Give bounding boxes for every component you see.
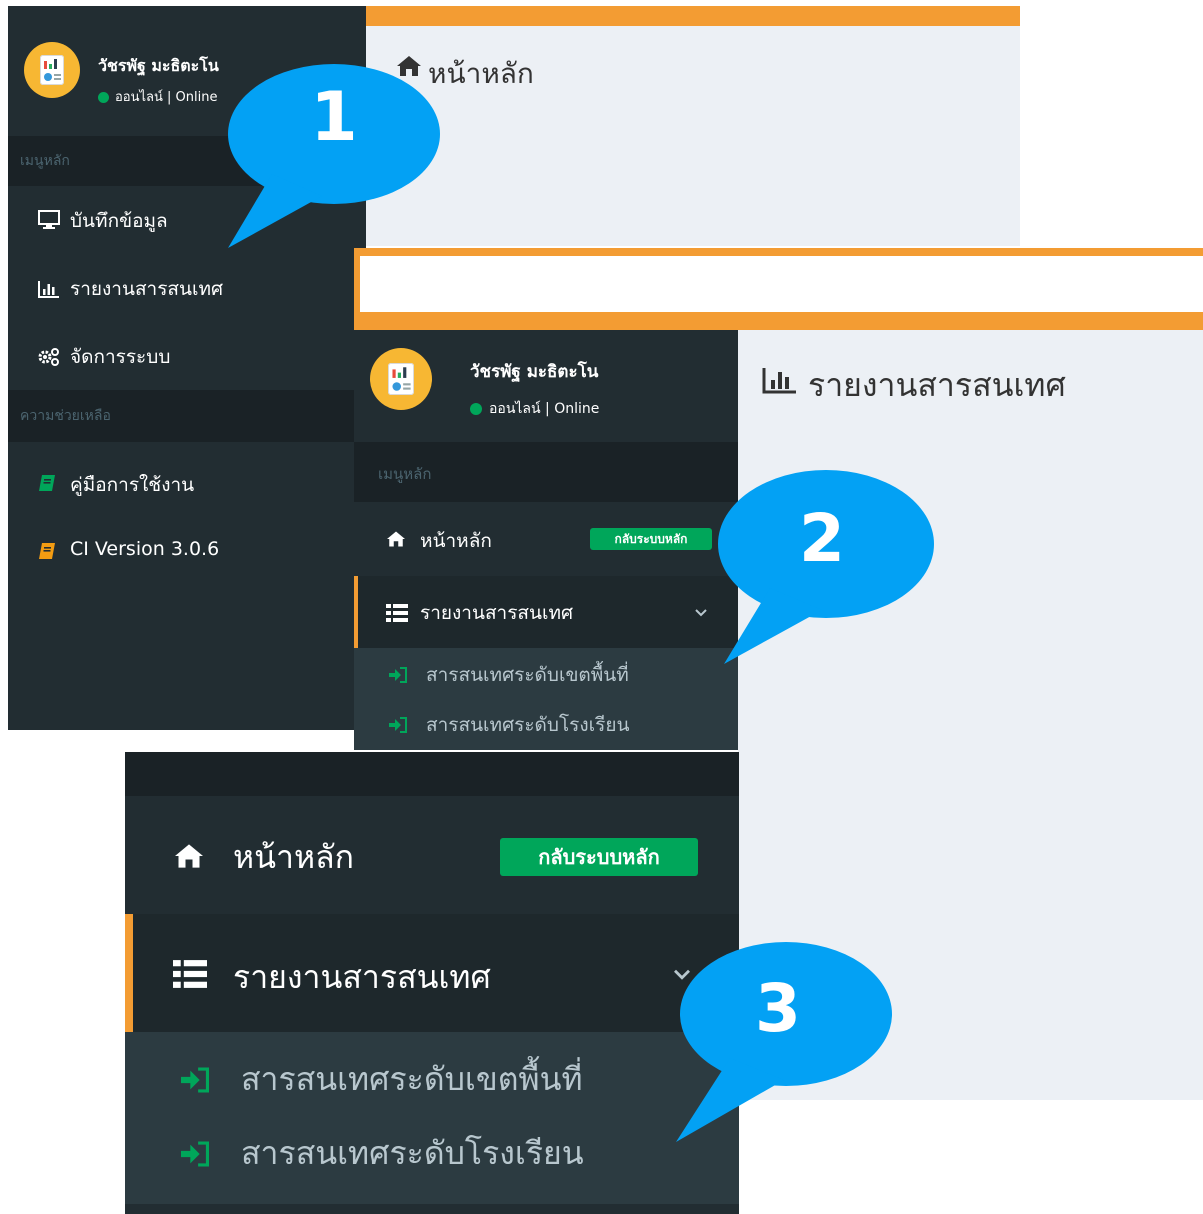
section-header-main: เมนูหลัก	[354, 442, 738, 502]
submenu-item-area[interactable]: สารสนเทศระดับเขตพื้นที่	[125, 1040, 739, 1118]
list-icon	[173, 960, 207, 988]
sign-in-icon	[389, 717, 407, 733]
sidebar-item-manual[interactable]: คู่มือการใช้งาน	[8, 450, 366, 516]
user-status: ออนไลน์ | Online	[98, 86, 217, 107]
report-icon	[44, 59, 61, 81]
page-title: รายงานสารสนเทศ	[808, 366, 1066, 404]
sidebar-item-home[interactable]: หน้าหลัก กลับระบบหลัก	[125, 796, 739, 914]
sidebar-item-report-active[interactable]: รายงานสารสนเทศ	[354, 576, 738, 648]
submenu-item-area[interactable]: สารสนเทศระดับเขตพื้นที่	[354, 650, 738, 698]
user-status: ออนไลน์ | Online	[470, 398, 599, 420]
gears-icon	[38, 348, 59, 366]
header-inner	[360, 256, 1203, 312]
sidebar-item-report-active[interactable]: รายงานสารสนเทศ	[125, 914, 739, 1032]
sign-in-icon	[389, 667, 407, 683]
list-icon	[386, 604, 408, 622]
panel-3: หน้าหลัก กลับระบบหลัก รายงานสารสนเทศ สาร…	[125, 752, 739, 1214]
section-header-main	[125, 752, 739, 796]
page-title: หน้าหลัก	[428, 57, 534, 90]
section-header-help: ความช่วยเหลือ	[8, 390, 366, 442]
sign-in-icon	[181, 1141, 209, 1167]
book-icon	[39, 543, 55, 559]
home-icon	[175, 844, 203, 868]
sign-in-icon	[181, 1067, 209, 1093]
sidebar-item-home[interactable]: หน้าหลัก กลับระบบหลัก	[354, 504, 738, 576]
submenu-item-school[interactable]: สารสนเทศระดับโรงเรียน	[125, 1118, 739, 1196]
back-to-main-badge[interactable]: กลับระบบหลัก	[500, 838, 698, 876]
report-icon	[392, 367, 411, 391]
user-name: วัชรพัฐ มะธิตะโน	[470, 362, 599, 382]
active-indicator	[354, 576, 358, 648]
submenu-item-school[interactable]: สารสนเทศระดับโรงเรียน	[354, 700, 738, 748]
sidebar-item-report[interactable]: รายงานสารสนเทศ	[8, 254, 366, 322]
top-bar	[366, 6, 1020, 26]
online-dot-icon	[470, 403, 482, 415]
book-icon	[39, 475, 55, 491]
user-name: วัชรพัฐ มะธิตะโน	[98, 56, 219, 75]
chevron-down-icon[interactable]	[694, 608, 708, 618]
online-dot-icon	[98, 92, 109, 103]
bar-chart-icon	[762, 368, 796, 394]
back-to-main-badge[interactable]: กลับระบบหลัก	[590, 528, 712, 550]
callout-number-1: 1	[310, 78, 358, 157]
active-indicator	[125, 914, 133, 1032]
avatar	[24, 42, 80, 98]
sidebar-item-version[interactable]: CI Version 3.0.6	[8, 518, 366, 584]
monitor-icon	[38, 210, 60, 229]
avatar	[370, 348, 432, 410]
home-icon	[387, 531, 405, 547]
sidebar-item-system[interactable]: จัดการระบบ	[8, 322, 366, 390]
callout-number-3: 3	[755, 970, 801, 1047]
callout-number-2: 2	[799, 500, 845, 577]
bar-chart-icon	[38, 281, 59, 298]
